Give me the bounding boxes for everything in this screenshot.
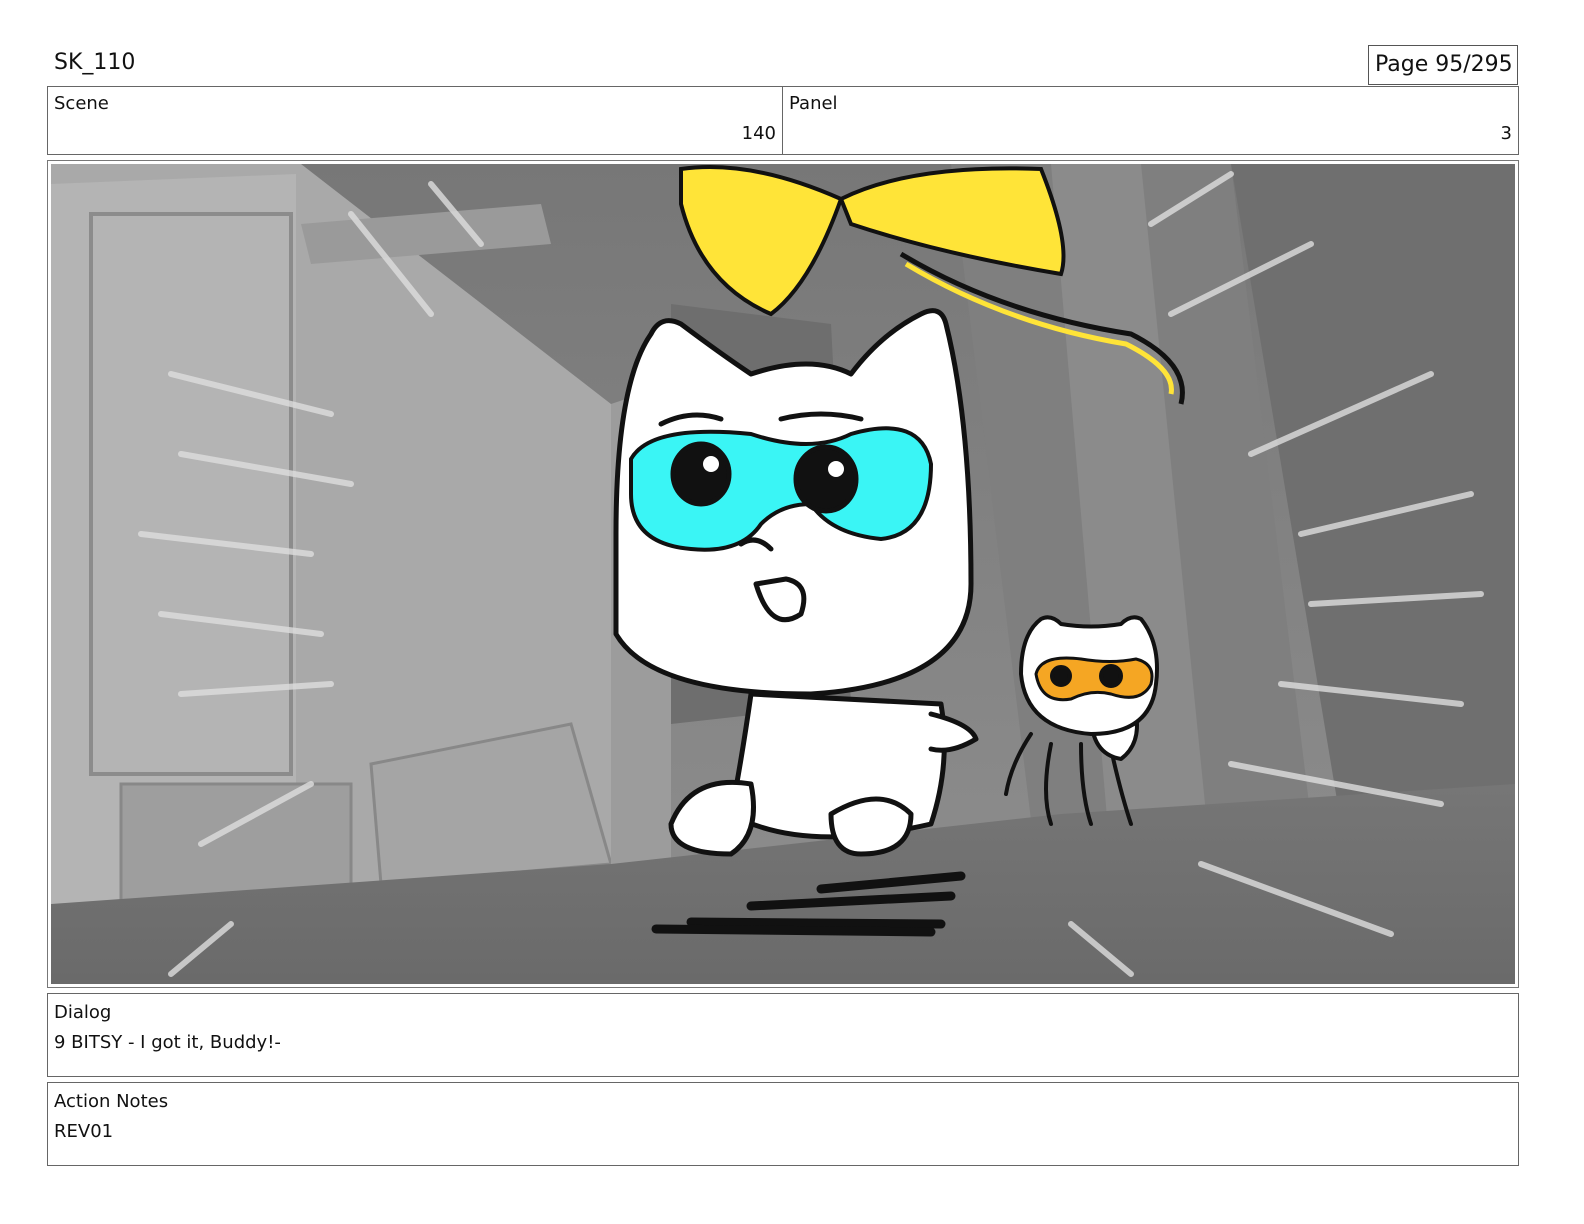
dialog-text: 9 BITSY - I got it, Buddy!-: [54, 1032, 281, 1053]
scene-cell: Scene 140: [47, 86, 783, 155]
panel-label: Panel: [789, 93, 838, 114]
scene-label: Scene: [54, 93, 109, 114]
storyboard-illustration: [51, 164, 1515, 984]
storyboard-sketch: [51, 164, 1515, 984]
page-counter: Page 95/295: [1368, 45, 1518, 85]
action-notes-box: Action Notes REV01: [47, 1082, 1519, 1166]
action-notes-text: REV01: [54, 1121, 114, 1142]
project-title: SK_110: [54, 50, 136, 75]
dialog-label: Dialog: [54, 1002, 112, 1023]
panel-number: 3: [1500, 123, 1512, 144]
action-notes-label: Action Notes: [54, 1091, 169, 1112]
dialog-box: Dialog 9 BITSY - I got it, Buddy!-: [47, 993, 1519, 1077]
scene-number: 140: [741, 123, 776, 144]
panel-cell: Panel 3: [782, 86, 1519, 155]
